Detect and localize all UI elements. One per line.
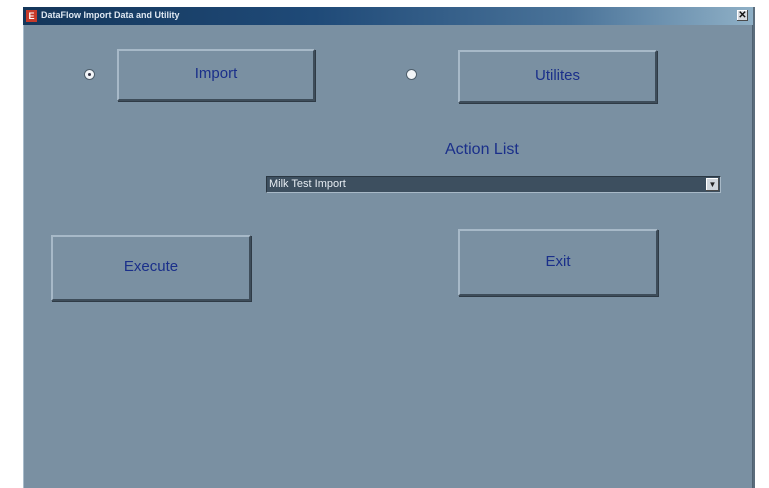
close-button[interactable]: ✕ (737, 10, 748, 21)
app-window: E DataFlow Import Data and Utility ✕ Imp… (23, 7, 755, 488)
window-title: DataFlow Import Data and Utility (41, 10, 180, 20)
import-radio[interactable] (84, 69, 95, 80)
chevron-down-icon[interactable]: ▼ (706, 178, 719, 191)
radio-selected-dot (88, 73, 91, 76)
execute-button[interactable]: Execute (51, 235, 251, 301)
action-list-value: Milk Test Import (269, 178, 346, 190)
app-icon: E (26, 10, 37, 22)
utilities-radio[interactable] (406, 69, 417, 80)
utilities-button[interactable]: Utilites (458, 50, 657, 103)
action-list-label: Action List (445, 141, 519, 158)
title-bar: E DataFlow Import Data and Utility ✕ (23, 7, 753, 25)
exit-button[interactable]: Exit (458, 229, 658, 296)
import-button[interactable]: Import (117, 49, 315, 101)
action-list-select[interactable]: Milk Test Import ▼ (266, 176, 721, 193)
